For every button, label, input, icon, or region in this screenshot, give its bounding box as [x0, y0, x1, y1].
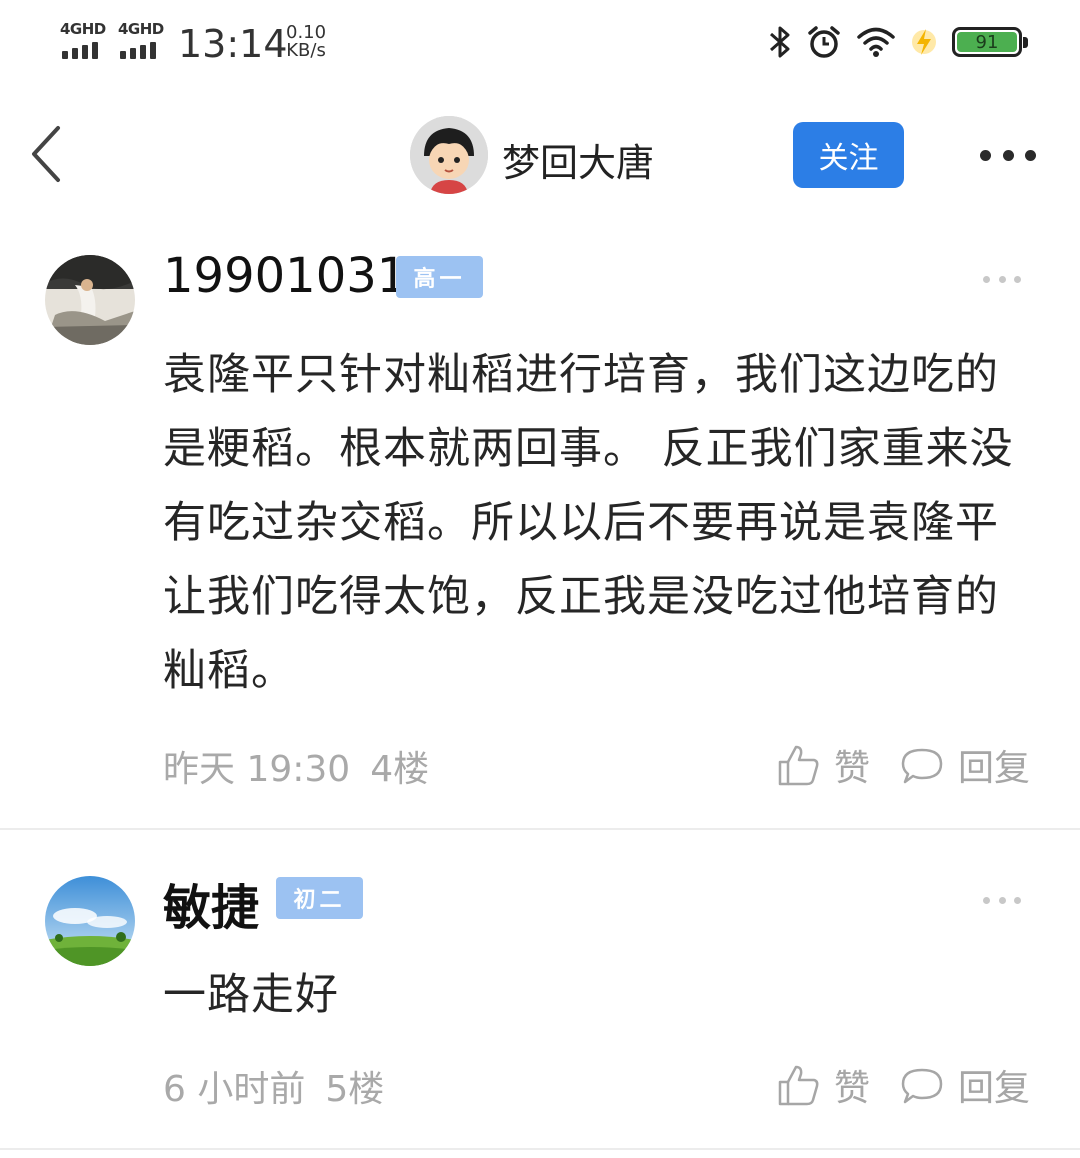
comment-more-icon[interactable] [983, 276, 1021, 284]
user-avatar[interactable] [45, 876, 135, 966]
network-speed-unit: KB/s [286, 40, 326, 61]
comment-time: 6 小时前 [163, 1069, 306, 1110]
user-avatar[interactable] [45, 255, 135, 345]
comment-text: 袁隆平只针对籼稻进行培育，我们这边吃的是粳稻。根本就两回事。 反正我们家重来没有… [163, 350, 1014, 696]
status-icons: 91 [768, 22, 1028, 62]
username[interactable]: 敏捷 [163, 868, 259, 938]
painting-avatar-icon [45, 255, 135, 345]
level-badge: 初二 [276, 877, 363, 919]
clock: 13:14 [178, 22, 288, 66]
signal-1: 4GHD [60, 20, 108, 60]
divider [0, 1148, 1080, 1150]
level-badge: 高一 [396, 256, 483, 298]
comment-meta: 6 小时前 5楼 [163, 1060, 384, 1112]
like-button[interactable]: 赞 [776, 739, 870, 791]
reply-label: 回复 [958, 748, 1031, 789]
more-options-icon[interactable] [980, 144, 1036, 166]
signal-1-label: 4GHD [60, 20, 106, 38]
chat-bubble-icon [901, 748, 943, 784]
battery-icon: 91 [952, 27, 1028, 57]
comment-time: 昨天 19:30 [163, 749, 351, 790]
back-arrow-icon[interactable] [24, 122, 72, 186]
like-label: 赞 [834, 748, 871, 789]
signal-2: 4GHD [118, 20, 166, 60]
bluetooth-icon [770, 26, 790, 58]
signal-bars-icon [62, 42, 98, 59]
cartoon-avatar-icon [410, 116, 488, 194]
signal-bars-icon [120, 42, 156, 59]
landscape-avatar-icon [45, 876, 135, 966]
forum-title[interactable]: 梦回大唐 [502, 132, 654, 187]
like-button[interactable]: 赞 [776, 1059, 870, 1111]
top-navigation: 梦回大唐 关注 [0, 100, 1080, 210]
comment-more-icon[interactable] [983, 897, 1021, 905]
reply-button[interactable]: 回复 [900, 739, 1030, 791]
thumbs-up-icon [778, 745, 819, 786]
reply-label: 回复 [958, 1068, 1031, 1109]
username[interactable]: 19901031 [163, 248, 407, 304]
comment-floor: 4楼 [370, 749, 430, 790]
divider [0, 828, 1080, 830]
network-speed: 0.10 KB/s [286, 24, 326, 60]
comment-actions: 赞 回复 [776, 1060, 1030, 1110]
chat-bubble-icon [901, 1068, 943, 1104]
wifi-icon [857, 27, 895, 57]
forum-avatar[interactable] [410, 116, 488, 194]
charging-icon [912, 29, 936, 55]
comment-actions: 赞 回复 [776, 740, 1030, 790]
alarm-icon [808, 26, 840, 58]
thumbs-up-icon [778, 1065, 819, 1106]
follow-button[interactable]: 关注 [793, 122, 904, 188]
status-bar: 4GHD 4GHD 13:14 0.10 KB/s 91 [0, 0, 1080, 86]
reply-button[interactable]: 回复 [900, 1059, 1030, 1111]
like-label: 赞 [834, 1068, 871, 1109]
battery-level: 91 [957, 32, 1017, 53]
signal-2-label: 4GHD [118, 20, 164, 38]
comment-text: 一路走好 [163, 970, 339, 1020]
comment-meta: 昨天 19:30 4楼 [163, 740, 429, 792]
comment-floor: 5楼 [325, 1069, 385, 1110]
